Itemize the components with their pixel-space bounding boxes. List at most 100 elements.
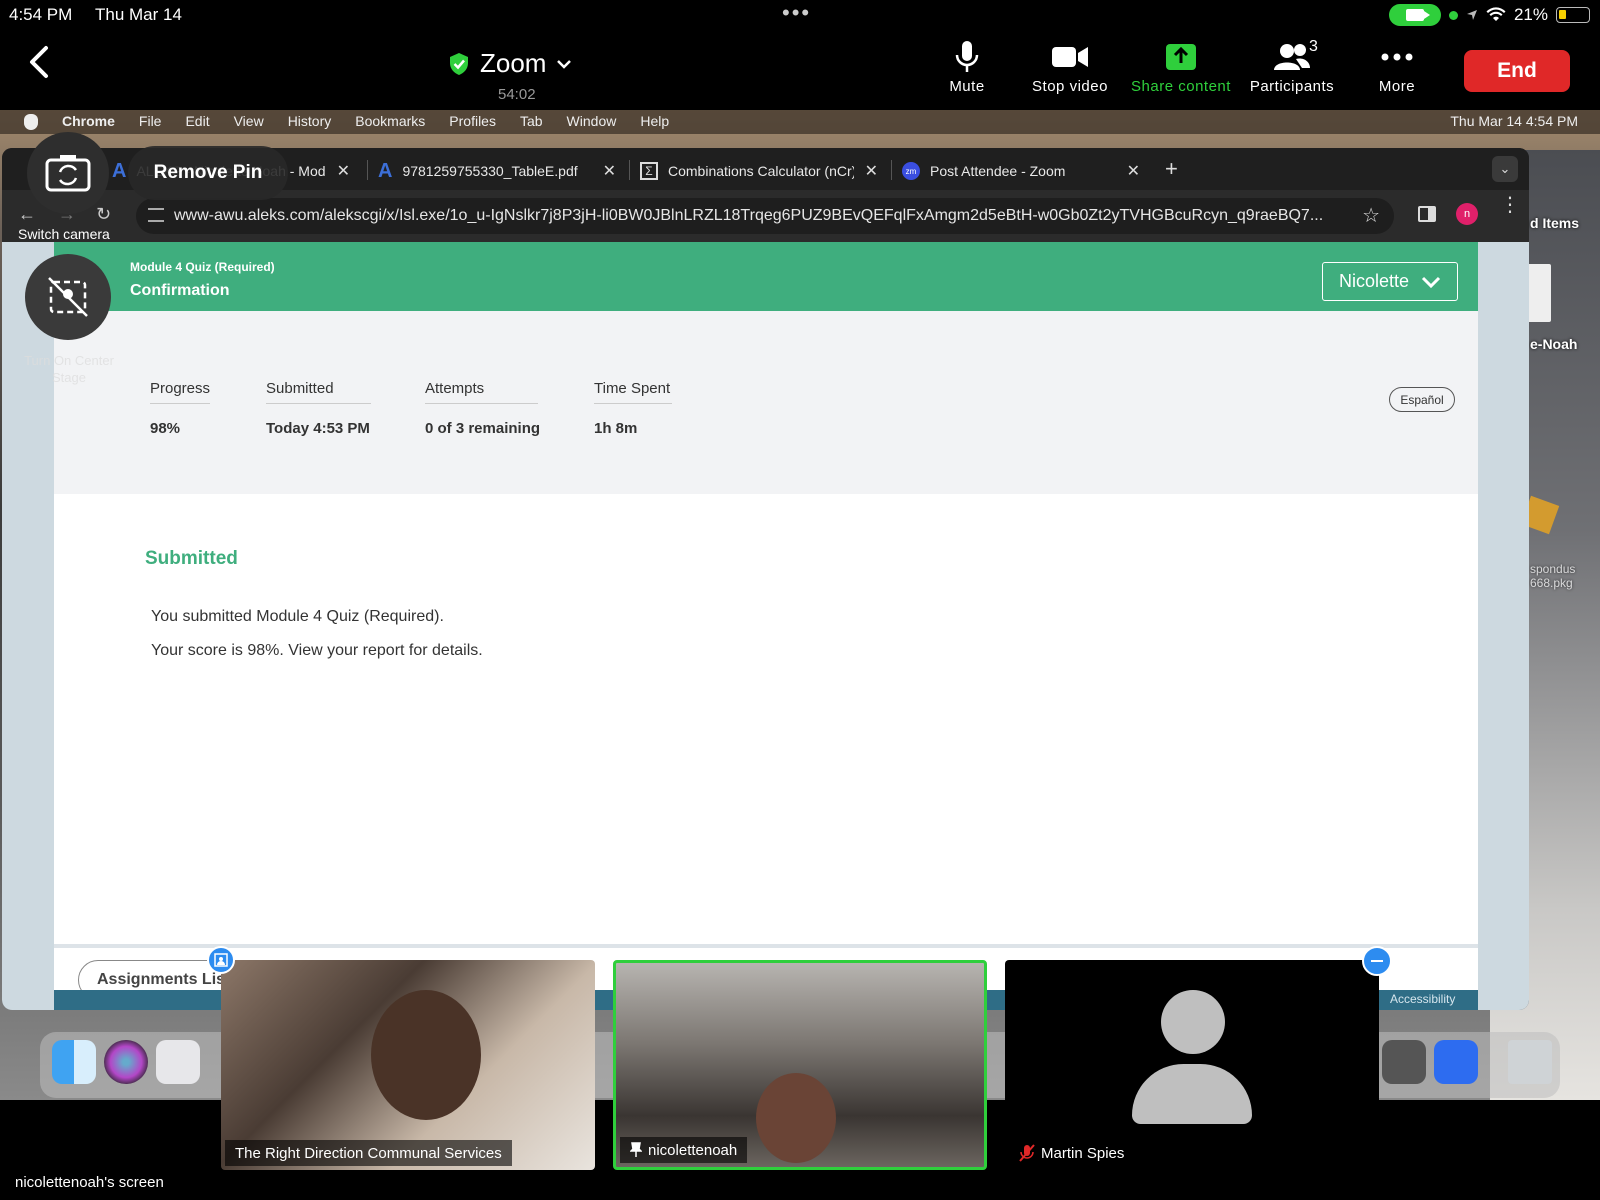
back-chevron-icon[interactable] [24, 44, 54, 80]
desktop-label-file[interactable]: e-Noah [1530, 336, 1577, 352]
tab-pdf-title: 9781259755330_TableE.pdf [402, 163, 578, 179]
apple-logo-icon[interactable] [24, 114, 38, 130]
status-time: 4:54 PM [9, 5, 73, 24]
language-toggle[interactable]: Español [1389, 387, 1455, 412]
tab-calculator-title: Combinations Calculator (nCr) [668, 163, 854, 179]
ios-status-bar: 4:54 PM Thu Mar 14 ••• 21% [0, 0, 1600, 30]
trash-icon[interactable] [1508, 1040, 1552, 1084]
mute-button[interactable]: Mute [912, 40, 1022, 95]
user-menu-button[interactable]: Nicolette [1322, 262, 1458, 301]
pin-icon [630, 1142, 642, 1157]
battery-percent: 21% [1513, 5, 1548, 24]
siri-icon[interactable] [104, 1040, 148, 1084]
switch-camera-label: Switch camera [18, 226, 110, 242]
menu-app-name[interactable]: Chrome [62, 113, 115, 130]
finder-icon[interactable] [52, 1040, 96, 1084]
zoom-app-icon[interactable] [1434, 1040, 1478, 1084]
menu-history[interactable]: History [288, 113, 332, 130]
bookmark-star-icon[interactable]: ☆ [1362, 198, 1380, 234]
tab-calculator[interactable]: Σ Combinations Calculator (nCr) ✕ [630, 152, 888, 190]
multitasking-dots-icon[interactable]: ••• [782, 0, 811, 26]
more-label: More [1378, 78, 1416, 95]
switch-camera-icon [45, 155, 91, 192]
side-panel-icon[interactable] [1418, 206, 1436, 222]
chrome-window: A ALEKS - Nicolette Noah - Module 4 Quiz… [2, 148, 1529, 1010]
participants-label: Participants [1249, 78, 1335, 95]
calculator-icon[interactable] [1382, 1040, 1426, 1084]
mute-label: Mute [949, 78, 985, 95]
switch-camera-button[interactable] [27, 132, 109, 214]
menu-profiles[interactable]: Profiles [449, 113, 496, 130]
microphone-icon [955, 41, 979, 72]
video-tile-active-speaker[interactable]: nicolettenoah [613, 960, 987, 1170]
chevron-down-icon [1421, 276, 1441, 288]
menu-file[interactable]: File [139, 113, 162, 130]
more-button[interactable]: More [1342, 40, 1452, 95]
stat-value: Today 4:53 PM [266, 420, 370, 437]
menu-help[interactable]: Help [640, 113, 669, 130]
breadcrumb[interactable]: Module 4 Quiz (Required) [130, 260, 275, 274]
new-tab-plus-icon[interactable]: + [1165, 156, 1178, 182]
avatar-body [1132, 1064, 1252, 1124]
participants-button[interactable]: 3 Participants [1237, 38, 1347, 95]
tab-zoom-title: Post Attendee - Zoom [930, 163, 1066, 179]
desktop-label-pkg[interactable]: spondus 668.pkg [1530, 562, 1575, 590]
user-name: Nicolette [1338, 271, 1410, 291]
share-content-button[interactable]: Share content [1126, 40, 1236, 95]
center-stage-button[interactable] [25, 254, 111, 340]
menu-window[interactable]: Window [567, 113, 617, 130]
video-camera-icon [1052, 47, 1088, 67]
video-tile[interactable]: The Right Direction Communal Services [221, 960, 595, 1170]
launchpad-icon[interactable] [156, 1040, 200, 1084]
menu-edit[interactable]: Edit [185, 113, 209, 130]
menu-tab[interactable]: Tab [520, 113, 543, 130]
participant-name: The Right Direction Communal Services [225, 1140, 512, 1166]
minimize-icon[interactable] [1362, 946, 1392, 976]
tab-search-chevron-icon[interactable]: ⌄ [1492, 156, 1518, 182]
more-dots-icon [1381, 53, 1413, 61]
muted-mic-icon [1019, 1144, 1035, 1162]
accessibility-link[interactable]: Accessibility [1390, 992, 1455, 1006]
profile-avatar[interactable]: n [1456, 203, 1478, 225]
chevron-down-icon [557, 59, 572, 69]
meeting-timer: 54:02 [498, 86, 536, 103]
chrome-menu-icon[interactable]: ⋮ [1500, 195, 1520, 215]
menu-view[interactable]: View [234, 113, 264, 130]
stat-value: 1h 8m [594, 420, 638, 437]
site-settings-icon[interactable] [148, 208, 164, 222]
desktop-label-items[interactable]: d Items [1530, 215, 1579, 231]
address-bar[interactable]: www-awu.aleks.com/alekscgi/x/Isl.exe/1o_… [136, 198, 1394, 234]
participant-video-icon [371, 990, 481, 1120]
end-meeting-button[interactable]: End [1464, 50, 1570, 92]
battery-icon [1556, 7, 1590, 23]
close-tab-icon[interactable]: ✕ [603, 161, 616, 181]
desktop-file-icon[interactable] [1527, 264, 1551, 322]
close-tab-icon[interactable]: ✕ [865, 161, 878, 181]
participant-video-icon [756, 1073, 836, 1163]
share-content-label: Share content [1131, 78, 1231, 95]
meeting-title[interactable]: Zoom [448, 48, 572, 79]
participant-name-text: Martin Spies [1041, 1144, 1125, 1162]
ipad-screen: 4:54 PM Thu Mar 14 ••• 21% Zoom 54:02 Mu… [0, 0, 1600, 1200]
remove-pin-button[interactable]: Remove Pin [128, 146, 288, 200]
submitted-heading: Submitted [145, 548, 238, 569]
wifi-icon [1486, 7, 1506, 22]
submission-message: You submitted Module 4 Quiz (Required). [151, 608, 444, 625]
video-tile[interactable]: Martin Spies [1005, 960, 1379, 1170]
shared-screen: Chrome File Edit View History Bookmarks … [0, 110, 1600, 1100]
stat-attempts: Attempts 0 of 3 remaining [425, 380, 540, 437]
stat-value: 98% [150, 420, 181, 437]
participant-count: 3 [1309, 38, 1319, 55]
stat-label: Attempts [425, 380, 538, 404]
camera-in-use-icon [1388, 4, 1441, 26]
participant-name: Martin Spies [1009, 1140, 1135, 1166]
tab-pdf[interactable]: A 9781259755330_TableE.pdf ✕ [368, 152, 626, 190]
close-tab-icon[interactable]: ✕ [1127, 161, 1140, 181]
close-tab-icon[interactable]: ✕ [337, 161, 350, 181]
stop-video-button[interactable]: Stop video [1015, 40, 1125, 95]
stat-label: Progress [150, 380, 211, 404]
pin-badge-icon[interactable] [207, 946, 235, 974]
tab-zoom[interactable]: zm Post Attendee - Zoom ✕ [892, 152, 1150, 190]
center-stage-off-icon [48, 277, 88, 317]
menu-bookmarks[interactable]: Bookmarks [355, 113, 425, 130]
